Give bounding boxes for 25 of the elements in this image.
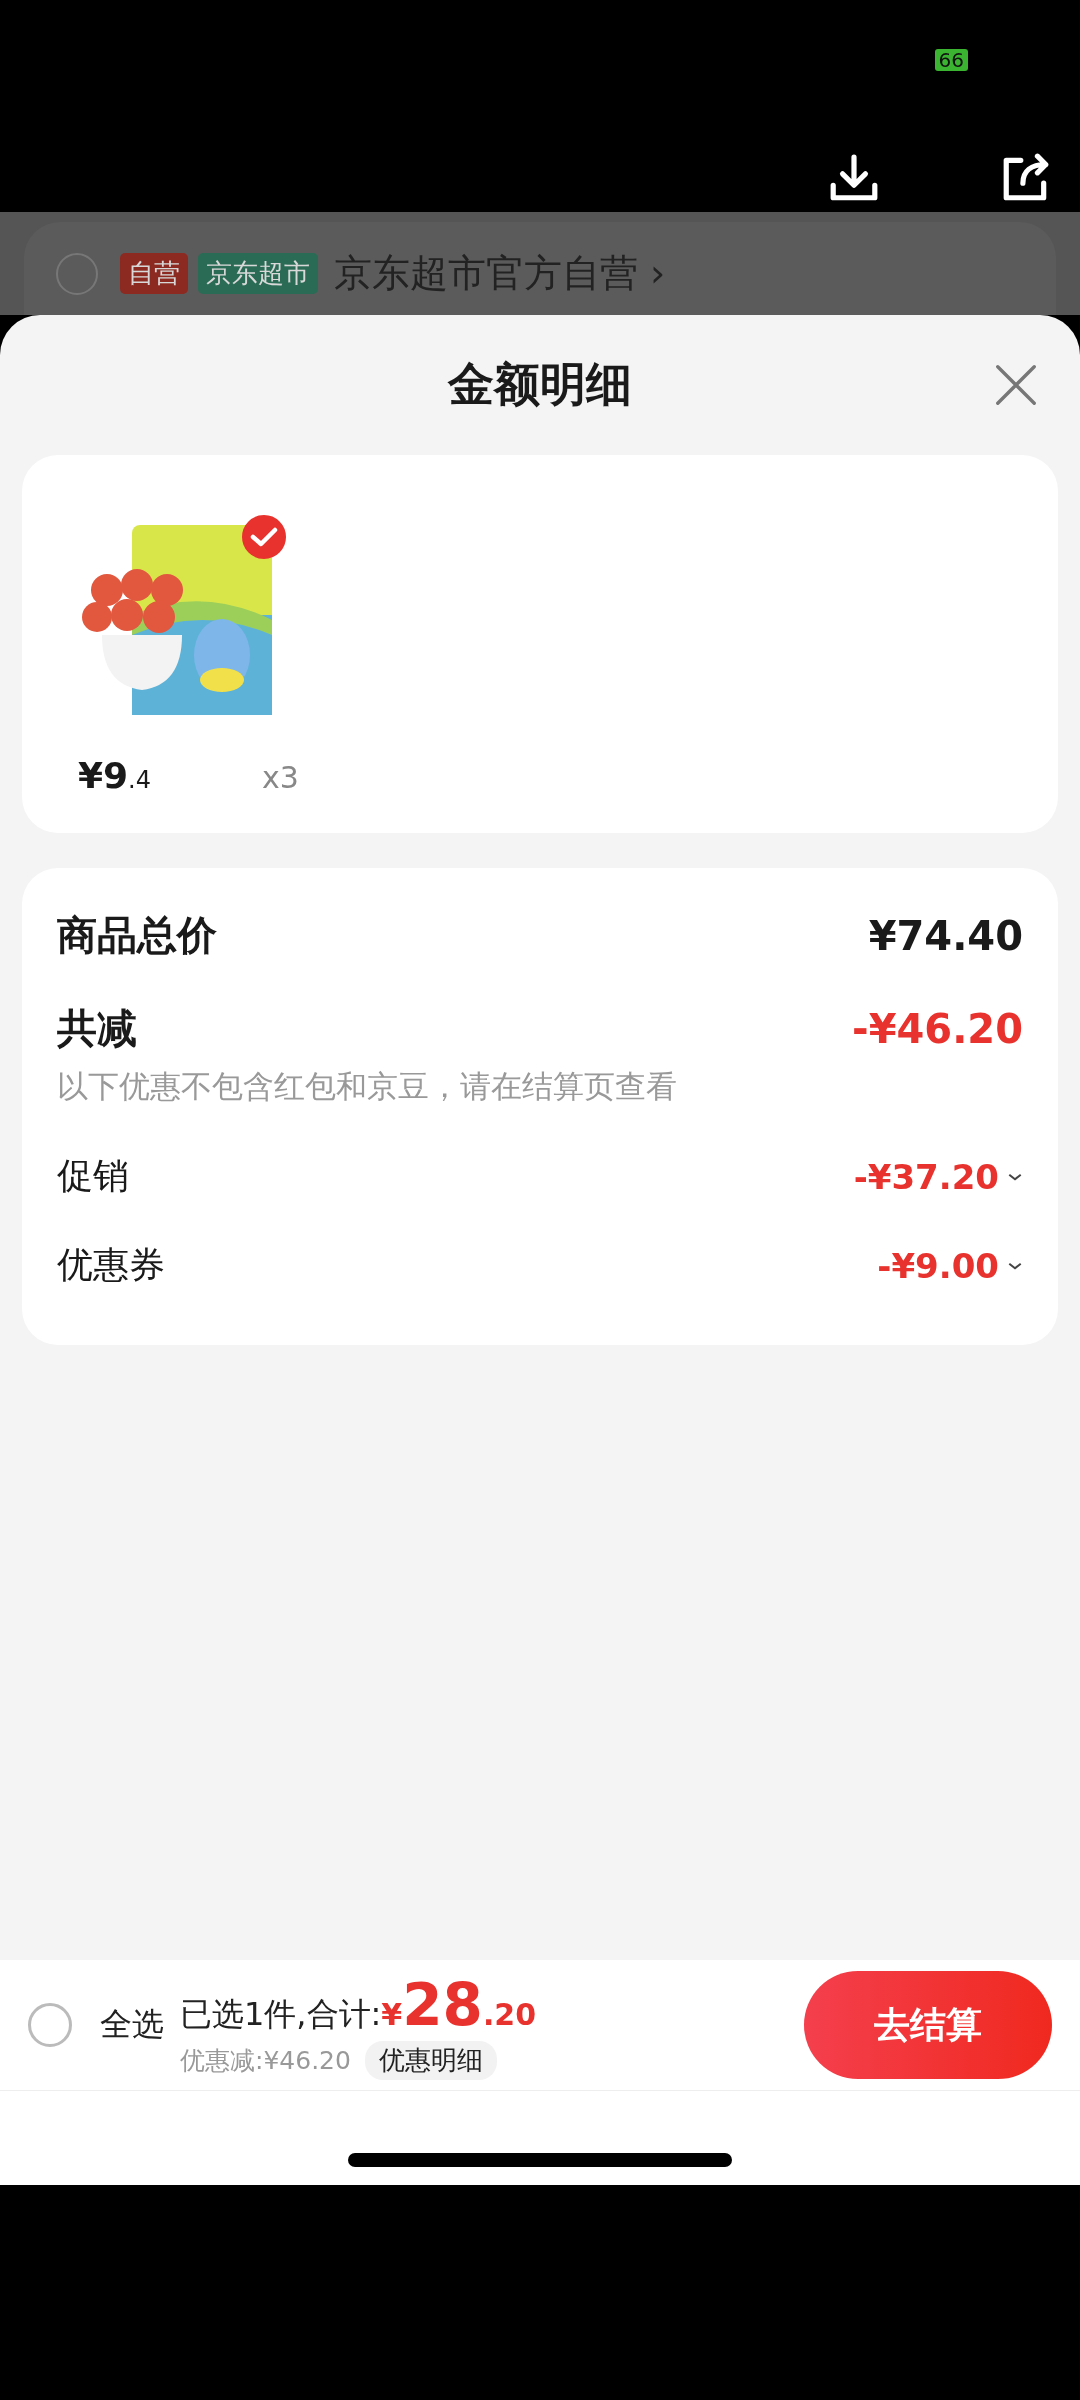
details-button[interactable]: 优惠明细	[364, 2040, 497, 2080]
total-label: 商品总价	[57, 911, 217, 960]
discount-label: 共减	[57, 1004, 137, 1053]
sheet-title: 金额明细	[448, 356, 632, 413]
discount-item-value[interactable]: -¥9.00	[877, 1245, 999, 1286]
store-tag: 自营	[120, 253, 188, 294]
checkout-button[interactable]: 去结算	[804, 1971, 1052, 2079]
discount-summary: 优惠减:¥46.20	[180, 2044, 351, 2077]
total-value: ¥74.40	[868, 912, 1023, 959]
discount-item-label: 优惠券	[57, 1243, 165, 1287]
total-price: ¥28.20	[381, 1970, 537, 2039]
check-icon[interactable]	[242, 515, 286, 559]
store-name[interactable]: 京东超市官方自营 ›	[334, 248, 666, 299]
product-quantity: x3	[262, 760, 299, 795]
radio-button[interactable]	[56, 252, 98, 295]
select-all-label[interactable]: 全选	[100, 2003, 164, 2047]
selected-count: 已选1件,合计:	[180, 1993, 382, 2035]
discount-item-label: 促销	[57, 1154, 129, 1198]
store-tag: 京东超市	[198, 253, 318, 294]
discount-value: -¥46.20	[852, 1005, 1023, 1052]
select-all-checkbox[interactable]	[28, 2003, 72, 2047]
discount-item-value[interactable]: -¥37.20	[853, 1156, 999, 1197]
discount-note: 以下优惠不包含红包和京豆，请在结算页查看	[57, 1067, 678, 1106]
product-price: ¥9.4	[78, 755, 152, 796]
battery-indicator: 66	[934, 49, 968, 71]
